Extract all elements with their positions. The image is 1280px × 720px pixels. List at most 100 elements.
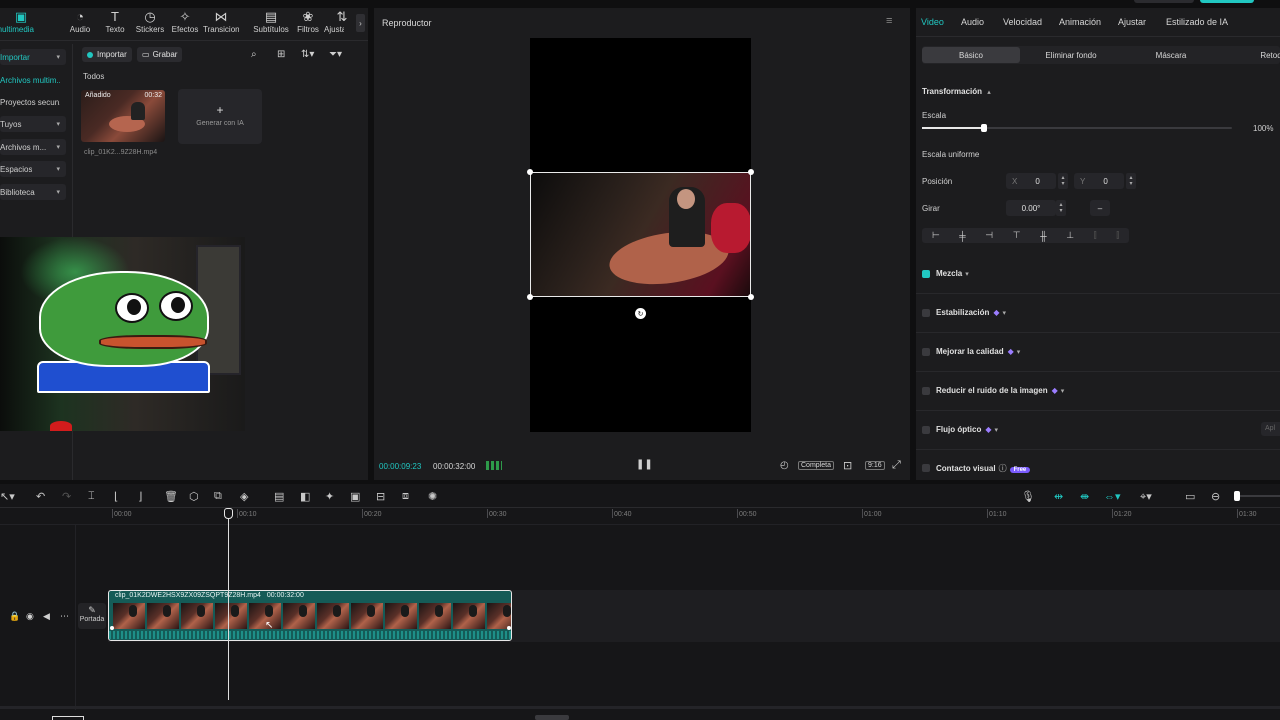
magnet-icon[interactable]: ⇼ <box>1080 490 1089 503</box>
tab-animacin[interactable]: Animación <box>1059 17 1101 27</box>
scale-slider-thumb[interactable] <box>981 124 987 132</box>
position-x-field[interactable]: X 0 <box>1006 173 1056 189</box>
section-checkbox-2[interactable] <box>922 348 930 356</box>
sidebar-item-2[interactable]: Proyectos secun... <box>0 94 66 110</box>
sort-icon[interactable]: ⇅▾ <box>301 49 314 60</box>
flip-button[interactable]: – <box>1090 200 1110 216</box>
track-more-icon[interactable]: ⋯ <box>60 611 69 622</box>
tab-estilizadodeia[interactable]: Estilizado de IA <box>1166 17 1228 27</box>
clip-trim-left-handle[interactable] <box>110 626 114 630</box>
tab-transition[interactable]: ⋈Transiciones <box>203 10 239 35</box>
section-0[interactable]: Mezcla ▾ <box>936 269 969 278</box>
section-2[interactable]: Mejorar la calidad ◆ ▾ <box>936 347 1020 356</box>
generate-ai-card[interactable]: + Generar con IA <box>178 89 262 144</box>
pause-icon[interactable]: ❚❚ <box>636 459 653 470</box>
scale-value[interactable]: 100% <box>1253 124 1273 133</box>
transform-section-title[interactable]: Transformación ▴ <box>922 87 991 96</box>
sidebar-item-4[interactable]: Archivos m... ▾ <box>0 139 66 155</box>
tab-media[interactable]: ▣Archivos multimedia <box>0 10 42 35</box>
subtab-2[interactable]: Máscara <box>1122 47 1220 63</box>
redo-icon[interactable]: ↷ <box>62 490 71 503</box>
position-y-field[interactable]: Y 0 <box>1074 173 1124 189</box>
sidebar-item-5[interactable]: Espacios ▾ <box>0 161 66 177</box>
crop-icon[interactable]: ⧉ <box>214 490 222 503</box>
distribute-h-icon[interactable]: ⫿ <box>1094 230 1097 241</box>
transform-icon[interactable]: ⧈ <box>402 490 409 503</box>
section-checkbox-1[interactable] <box>922 309 930 317</box>
distribute-v-icon[interactable]: ⫿ <box>1116 230 1119 241</box>
cover-button[interactable]: ✎ Portada <box>78 603 106 629</box>
video-clip[interactable]: clip_01K2DWE2HSX9ZX09ZSQPT9Z28H.mp4 00:0… <box>108 590 512 641</box>
track-lock-icon[interactable]: 🔒 <box>9 611 20 622</box>
section-4[interactable]: Flujo óptico ◆ ▾ <box>936 425 998 434</box>
align-right-icon[interactable]: ⊣ <box>985 230 993 241</box>
zoom-fit-icon[interactable]: ⊡ <box>843 459 852 472</box>
tab-video[interactable]: Video <box>921 17 944 27</box>
mirror-icon[interactable]: ◧ <box>300 490 310 503</box>
player-menu-icon[interactable]: ≡ <box>886 15 892 27</box>
ratio-icon[interactable]: ▣ <box>350 490 360 503</box>
section-checkbox-0[interactable] <box>922 270 930 278</box>
align-center-v-icon[interactable]: ╫ <box>1040 231 1046 241</box>
tab-subtitle[interactable]: ▤ Subtítulos <box>253 10 289 35</box>
sidebar-item-3[interactable]: Tuyos ▾ <box>0 116 66 132</box>
split-right-icon[interactable]: ⌋ <box>138 490 142 503</box>
section-checkbox-4[interactable] <box>922 426 930 434</box>
section-3[interactable]: Reducir el ruido de la imagen ◆ ▾ <box>936 386 1064 395</box>
tab-audio[interactable]: Audio <box>961 17 984 27</box>
caption-icon[interactable]: ▭ <box>1185 490 1195 503</box>
section-checkbox-3[interactable] <box>922 387 930 395</box>
align-bottom-icon[interactable]: ⊥ <box>1066 230 1074 241</box>
ratio-button[interactable]: 9:16 <box>865 461 885 470</box>
preview-axis-icon[interactable]: ⌖▾ <box>1140 490 1152 504</box>
sidebar-item-0[interactable]: Importar ▾ <box>0 49 66 65</box>
magic-icon[interactable]: ✦ <box>325 490 334 503</box>
playhead-handle[interactable] <box>224 508 233 519</box>
timeline-scroll-thumb[interactable] <box>535 715 569 720</box>
subtab-1[interactable]: Eliminar fondo <box>1022 47 1120 63</box>
tabs-next-arrow[interactable]: › <box>356 14 365 32</box>
frame-handle-tr[interactable] <box>748 169 754 175</box>
section-checkbox-5[interactable] <box>922 464 930 472</box>
undo-icon[interactable]: ↶ <box>36 490 45 503</box>
import-button[interactable]: Importar <box>82 47 132 62</box>
track-visibility-icon[interactable]: ◉ <box>26 611 34 622</box>
link-main-track-icon[interactable]: ⇹ <box>1054 490 1063 503</box>
record-button[interactable]: ▭ Grabar <box>137 47 183 62</box>
sidebar-item-1[interactable]: Archivos multim... <box>0 72 66 88</box>
track-audio-icon[interactable]: ◀ <box>43 611 50 622</box>
rotate-field[interactable]: 0.00° <box>1006 200 1056 216</box>
ai-effect-icon[interactable]: ✺ <box>428 490 437 503</box>
tab-ajustar[interactable]: Ajustar <box>1118 17 1146 27</box>
zoom-slider-track[interactable] <box>1236 495 1280 497</box>
frame-handle-br[interactable] <box>748 294 754 300</box>
optical-flow-apply-button[interactable]: Apl <box>1261 422 1280 436</box>
bottom-frame-thumb[interactable] <box>52 716 84 720</box>
timecode-icon[interactable]: ◴ <box>780 460 789 471</box>
replace-icon[interactable]: ⊟ <box>376 490 385 503</box>
zoom-slider-thumb[interactable] <box>1234 491 1240 501</box>
scale-slider-track[interactable] <box>922 124 1232 132</box>
tab-audio[interactable]: ◔ Audio <box>62 10 98 35</box>
freeze-icon[interactable]: ▤ <box>274 490 284 503</box>
top-bar-button-1[interactable] <box>1134 0 1194 3</box>
microphone-icon[interactable]: 🎙 <box>1021 490 1035 503</box>
frame-handle-bl[interactable] <box>527 294 533 300</box>
align-left-icon[interactable]: ⊢ <box>932 230 940 241</box>
rotate-stepper[interactable]: ▴ ▾ <box>1056 200 1066 216</box>
rotate-handle-icon[interactable]: ↻ <box>635 308 646 319</box>
video-frame[interactable] <box>530 172 751 297</box>
media-clip-thumbnail[interactable]: Añadido 00:32 <box>81 90 165 142</box>
quality-button[interactable]: Completa <box>798 461 834 470</box>
linkage-icon[interactable]: ⇔▾ <box>1104 490 1121 503</box>
position-y-stepper[interactable]: ▴ ▾ <box>1126 173 1136 189</box>
section-5[interactable]: Contacto visual ⓘ Free <box>936 463 1031 474</box>
tab-filter[interactable]: ❀ Filtros <box>290 10 326 35</box>
marker-icon[interactable]: ⬡ <box>189 490 199 503</box>
split-left-icon[interactable]: ⌊ <box>114 490 118 503</box>
fullscreen-icon[interactable]: ⤢ <box>892 459 901 472</box>
tab-effects[interactable]: ✧ Efectos <box>167 10 203 35</box>
grid-view-icon[interactable]: ⊞ <box>277 49 285 60</box>
zoom-out-icon[interactable]: ⊖ <box>1211 490 1220 503</box>
select-tool-icon[interactable]: ↖▾ <box>0 490 15 503</box>
